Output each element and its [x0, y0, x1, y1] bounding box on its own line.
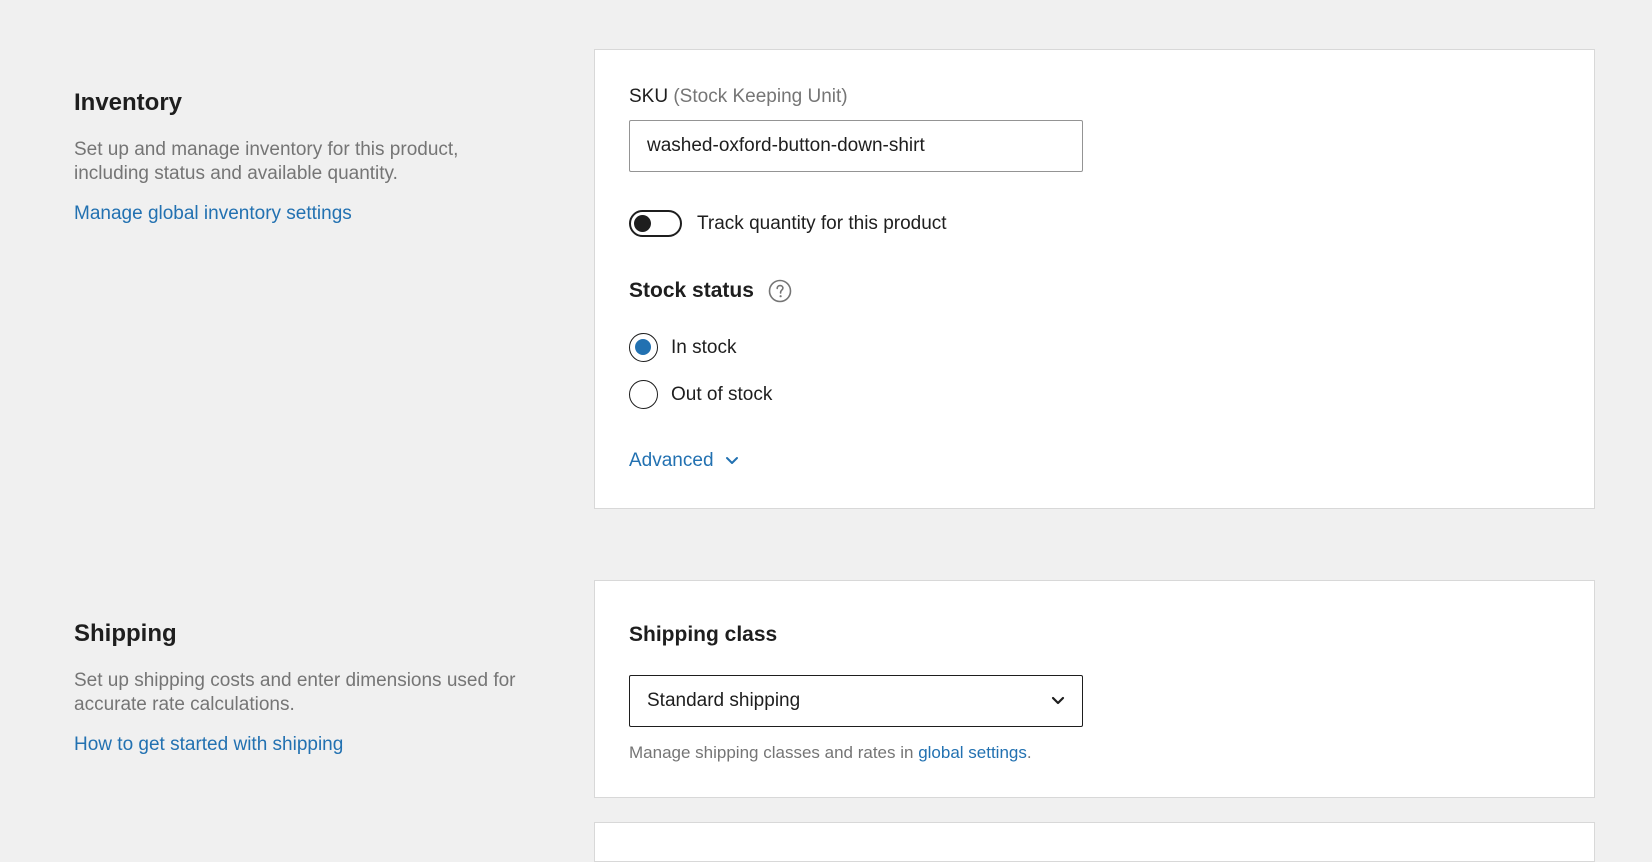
track-quantity-toggle[interactable] — [629, 210, 682, 237]
shipping-class-selected-value: Standard shipping — [647, 690, 801, 711]
help-text-prefix: Manage shipping classes and rates in — [629, 743, 919, 762]
sku-label-hint: (Stock Keeping Unit) — [673, 86, 848, 107]
advanced-toggle-link[interactable]: Advanced — [629, 450, 739, 472]
sku-label: SKU (Stock Keeping Unit) — [629, 86, 848, 108]
help-text-suffix: . — [1026, 743, 1032, 762]
shipping-get-started-link[interactable]: How to get started with shipping — [74, 734, 343, 756]
shipping-class-heading: Shipping class — [629, 623, 778, 646]
in-stock-radio[interactable] — [629, 333, 658, 362]
shipping-card: Shipping class Standard shipping Manage … — [594, 580, 1595, 798]
chevron-down-icon — [725, 456, 738, 464]
out-of-stock-label: Out of stock — [671, 384, 773, 405]
global-settings-link[interactable]: global settings — [918, 743, 1027, 762]
advanced-label: Advanced — [629, 450, 714, 471]
chevron-down-icon — [1051, 696, 1065, 705]
sku-input[interactable] — [629, 120, 1083, 172]
inventory-card: SKU (Stock Keeping Unit) Track quantity … — [594, 49, 1595, 509]
out-of-stock-radio[interactable] — [629, 380, 658, 409]
in-stock-label: In stock — [671, 337, 737, 358]
stock-status-heading: Stock status — [629, 279, 754, 302]
inventory-section-title: Inventory — [74, 89, 183, 116]
toggle-knob — [634, 215, 651, 232]
shipping-class-help-text: Manage shipping classes and rates in glo… — [629, 743, 1032, 763]
sku-label-text: SKU — [629, 86, 669, 107]
track-quantity-label: Track quantity for this product — [697, 213, 947, 234]
question-circle-icon[interactable] — [768, 279, 792, 303]
manage-inventory-settings-link[interactable]: Manage global inventory settings — [74, 203, 352, 225]
next-card — [594, 822, 1595, 862]
shipping-class-select[interactable]: Standard shipping — [629, 675, 1083, 727]
shipping-section-title: Shipping — [74, 620, 177, 647]
inventory-section-description: Set up and manage inventory for this pro… — [74, 139, 459, 184]
shipping-section-description: Set up shipping costs and enter dimensio… — [74, 670, 516, 715]
